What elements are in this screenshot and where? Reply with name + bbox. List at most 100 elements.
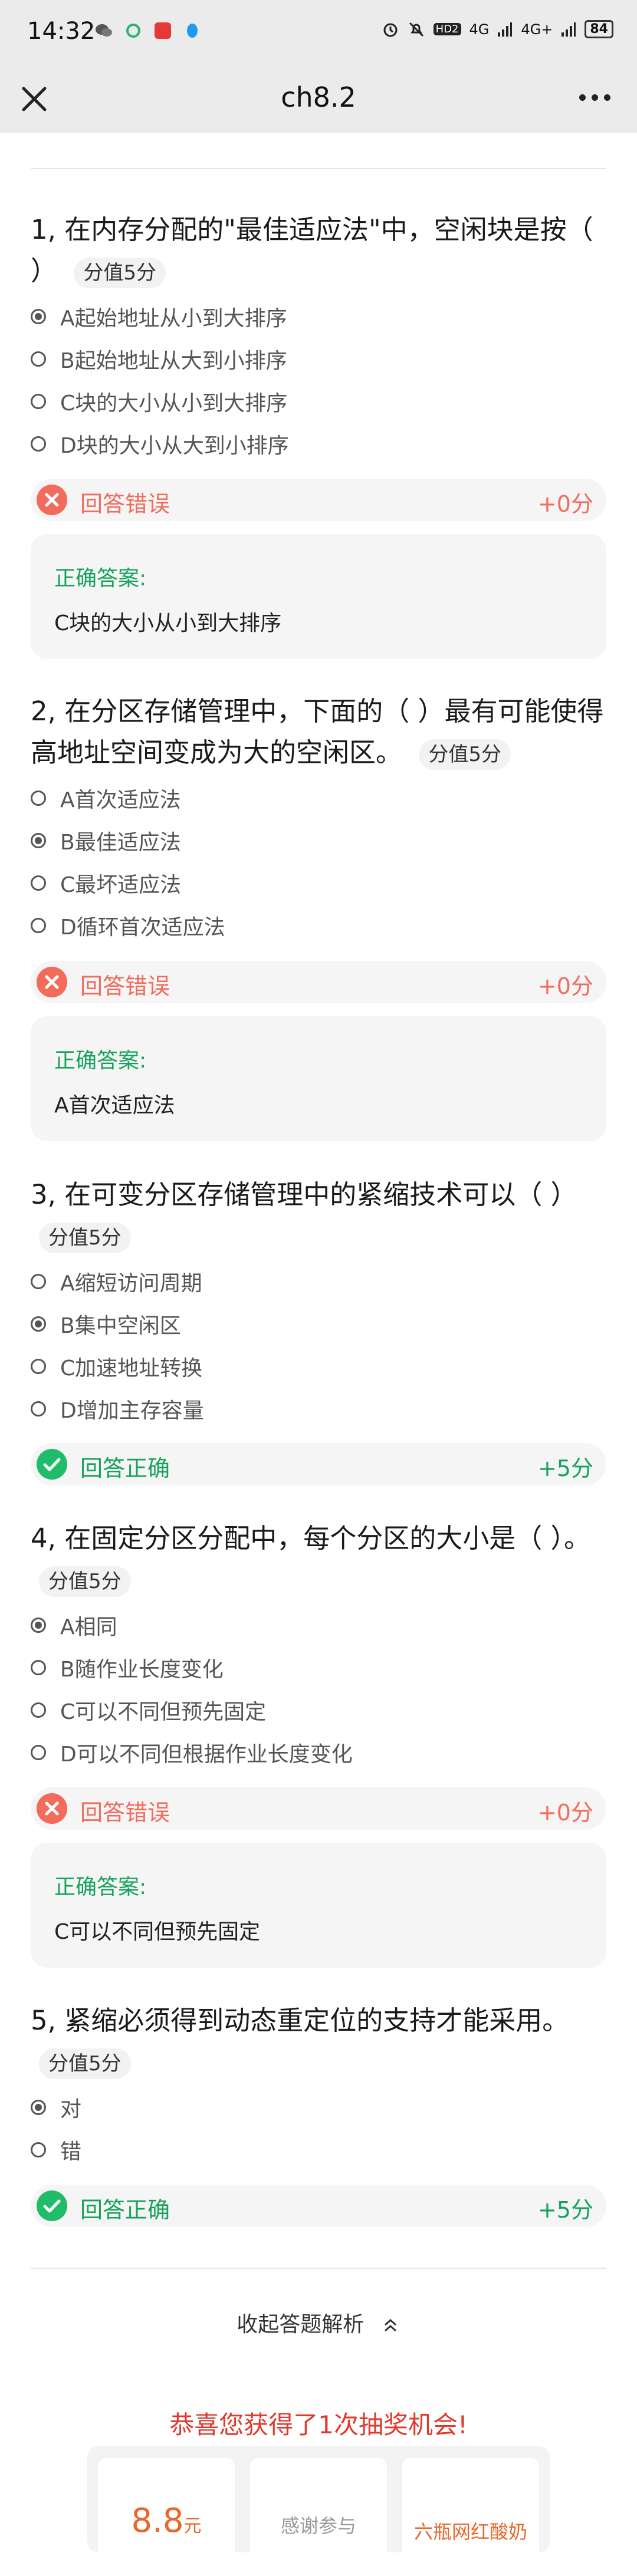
option-label: 对 (60, 2097, 82, 2122)
option-b[interactable]: B集中空闲区 (31, 1303, 609, 1345)
prize-card-thanks[interactable]: 感谢参与 (250, 2458, 387, 2576)
prize-label: 感谢参与 (280, 2515, 356, 2537)
wechat-icon (96, 24, 112, 37)
score-badge: 分值5分 (419, 739, 511, 770)
network-4g-plus: 4G+ (521, 21, 553, 38)
result-text: 回答正确 (80, 1455, 170, 1481)
question-5: 5, 紧缩必须得到动态重定位的支持才能采用。 分值5分 对 错 (31, 2000, 609, 2171)
result-banner-5: 回答正确 +5分 (31, 2185, 606, 2227)
app-red-icon (155, 22, 171, 39)
option-b[interactable]: B起始地址从大到小排序 (31, 338, 609, 380)
result-score: +5分 (537, 1455, 593, 1481)
option-a[interactable]: A相同 (31, 1604, 609, 1646)
question-title: 1, 在内存分配的"最佳适应法"中，空闲块是按（ ） 分值5分 (31, 209, 609, 292)
result-text: 回答错误 (80, 491, 170, 517)
option-b[interactable]: B随作业长度变化 (31, 1646, 609, 1689)
option-d[interactable]: D增加主存容量 (31, 1388, 609, 1430)
option-c[interactable]: C块的大小从小到大排序 (31, 380, 609, 423)
question-1: 1, 在内存分配的"最佳适应法"中，空闲块是按（ ） 分值5分 A起始地址从小到… (31, 209, 609, 465)
wrong-icon (37, 485, 67, 515)
collapse-label: 收起答题解析 (237, 2313, 365, 2337)
radio-button[interactable] (31, 918, 46, 933)
collapse-analysis-button[interactable]: 收起答题解析 (0, 2307, 637, 2338)
option-label: A缩短访问周期 (60, 1271, 202, 1296)
question-2: 2, 在分区存储管理中，下面的（ ）最有可能使得高地址空间变成为大的空闲区。 分… (31, 691, 609, 947)
check-icon (37, 2190, 67, 2221)
prize-value: 8.8元 (98, 2502, 235, 2540)
result-score: +0分 (537, 491, 593, 517)
prize-amount: 8.8 (131, 2502, 184, 2540)
refresh-icon (126, 24, 140, 38)
option-label: A起始地址从小到大排序 (60, 307, 287, 331)
result-banner-2: 回答错误 +0分 (31, 961, 606, 1003)
option-a[interactable]: A首次适应法 (31, 777, 609, 819)
answer-value: C块的大小从小到大排序 (54, 611, 282, 635)
radio-button[interactable] (31, 1660, 46, 1675)
top-divider (31, 168, 606, 169)
double-chevron-up-icon (384, 2318, 396, 2332)
score-badge: 分值5分 (39, 2048, 131, 2079)
question-3: 3, 在可变分区存储管理中的紧缩技术可以（ ） 分值5分 A缩短访问周期 B集中… (31, 1174, 609, 1430)
option-d[interactable]: D可以不同但根据作业长度变化 (31, 1731, 609, 1774)
option-label: D块的大小从大到小排序 (60, 434, 289, 458)
option-label: D增加主存容量 (60, 1399, 204, 1423)
radio-button[interactable] (31, 1745, 46, 1760)
option-label: D循环首次适应法 (60, 915, 225, 940)
lottery-title: 恭喜您获得了1次抽奖机会! (169, 2410, 468, 2439)
option-label: A相同 (60, 1615, 117, 1639)
radio-selected[interactable] (31, 1316, 46, 1332)
qq-icon (187, 24, 198, 38)
option-label: C加速地址转换 (60, 1356, 203, 1381)
radio-button[interactable] (31, 1274, 46, 1289)
option-c[interactable]: C可以不同但预先固定 (31, 1689, 609, 1731)
correct-answer-card-4: 正确答案: C可以不同但预先固定 (31, 1843, 606, 1968)
radio-button[interactable] (31, 436, 46, 452)
correct-answer-card-1: 正确答案: C块的大小从小到大排序 (31, 534, 606, 659)
option-b[interactable]: B最佳适应法 (31, 819, 609, 862)
radio-button[interactable] (31, 394, 46, 409)
result-banner-4: 回答错误 +0分 (31, 1787, 606, 1830)
more-menu-icon[interactable] (579, 88, 615, 106)
question-text: 3, 在可变分区存储管理中的紧缩技术可以（ ） (31, 1179, 577, 1210)
notification-icons (94, 21, 202, 40)
radio-button[interactable] (31, 1702, 46, 1718)
option-label: B随作业长度变化 (60, 1658, 224, 1682)
question-title: 2, 在分区存储管理中，下面的（ ）最有可能使得高地址空间变成为大的空闲区。 分… (31, 691, 609, 773)
bottom-divider (31, 2268, 606, 2269)
answer-label: 正确答案: (54, 566, 147, 591)
nav-bar: ch8.2 (0, 65, 637, 133)
status-time: 14:32 (27, 18, 96, 45)
option-label: B集中空闲区 (60, 1314, 181, 1338)
radio-button[interactable] (31, 2142, 46, 2157)
result-banner-1: 回答错误 +0分 (31, 479, 606, 521)
radio-button[interactable] (31, 790, 46, 806)
result-banner-3: 回答正确 +5分 (31, 1443, 606, 1485)
option-a[interactable]: A起始地址从小到大排序 (31, 295, 609, 338)
radio-button[interactable] (31, 1359, 46, 1374)
radio-selected[interactable] (31, 1618, 46, 1633)
option-label: A首次适应法 (60, 788, 181, 812)
question-title: 3, 在可变分区存储管理中的紧缩技术可以（ ） 分值5分 (31, 1174, 609, 1257)
answer-value: C可以不同但预先固定 (54, 1920, 261, 1944)
option-d[interactable]: D块的大小从大到小排序 (31, 423, 609, 465)
question-4: 4, 在固定分区分配中，每个分区的大小是（ ）。 分值5分 A相同 B随作业长度… (31, 1518, 609, 1774)
radio-button[interactable] (31, 875, 46, 891)
question-title: 5, 紧缩必须得到动态重定位的支持才能采用。 分值5分 (31, 2000, 609, 2083)
option-d[interactable]: D循环首次适应法 (31, 904, 609, 947)
radio-selected[interactable] (31, 2100, 46, 2115)
prize-card-cash[interactable]: 8.8元 (98, 2458, 235, 2576)
radio-selected[interactable] (31, 833, 46, 848)
option-label: C块的大小从小到大排序 (60, 391, 288, 416)
prize-grid: 8.8元 感谢参与 六瓶网红酸奶 (87, 2446, 550, 2576)
option-a[interactable]: A缩短访问周期 (31, 1260, 609, 1303)
option-c[interactable]: C加速地址转换 (31, 1345, 609, 1388)
option-c[interactable]: C最坏适应法 (31, 862, 609, 904)
option-true[interactable]: 对 (31, 2086, 609, 2129)
radio-button[interactable] (31, 351, 46, 367)
prize-card-yogurt[interactable]: 六瓶网红酸奶 (402, 2458, 539, 2576)
score-badge: 分值5分 (39, 1566, 131, 1597)
option-false[interactable]: 错 (31, 2129, 609, 2171)
radio-selected[interactable] (31, 309, 46, 324)
battery-indicator: 84 (585, 20, 613, 38)
radio-button[interactable] (31, 1401, 46, 1417)
